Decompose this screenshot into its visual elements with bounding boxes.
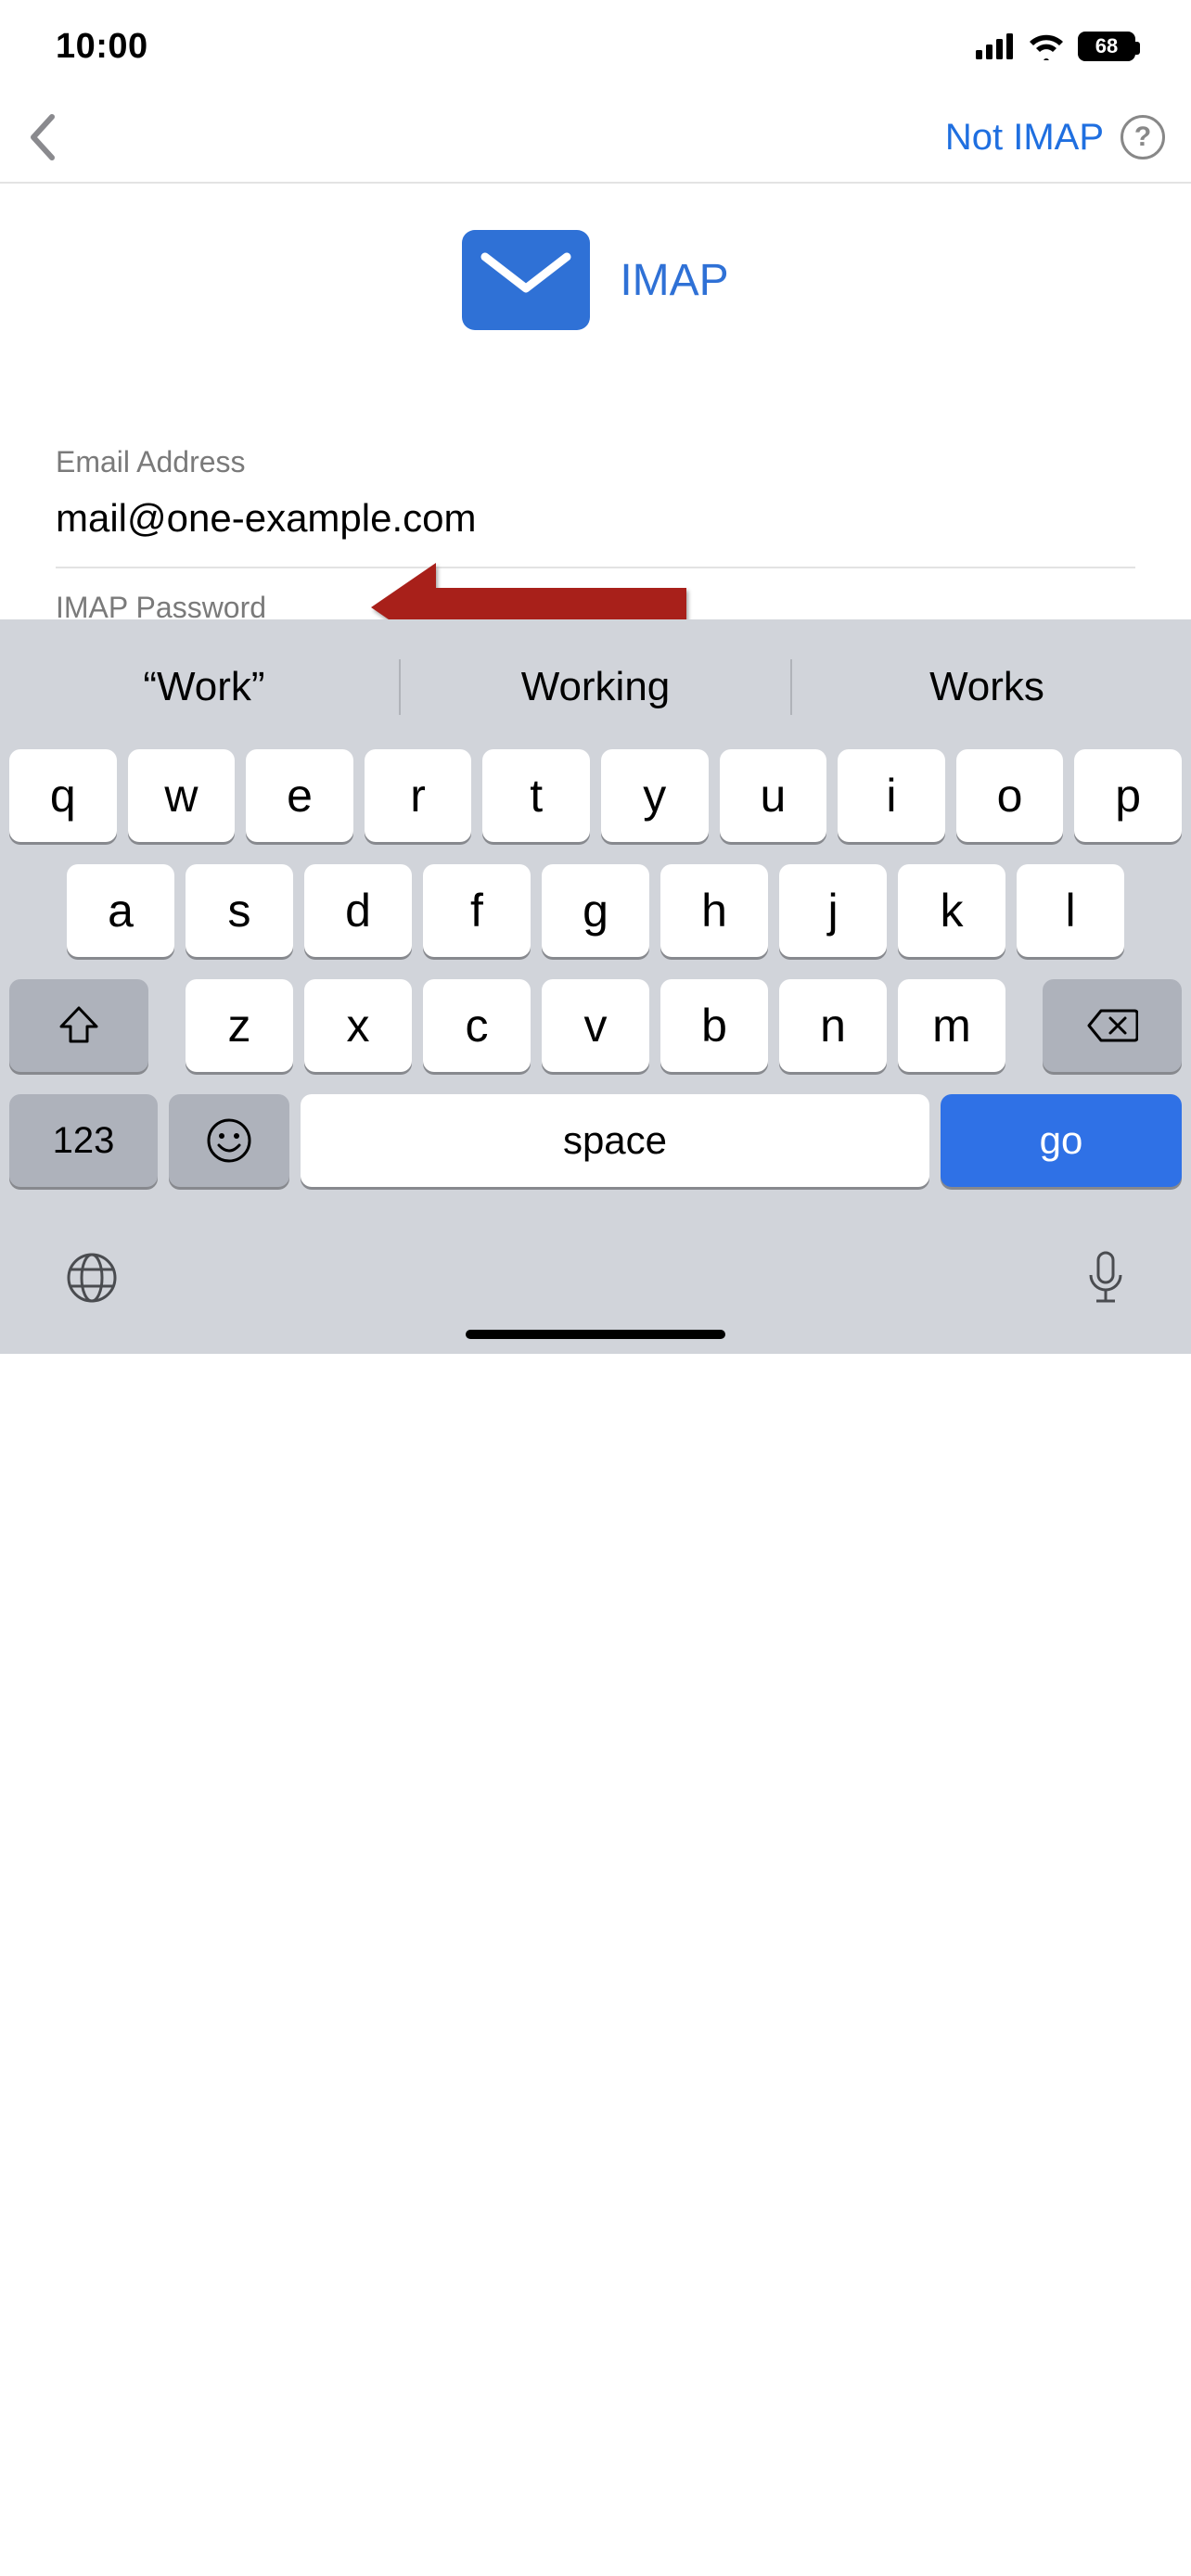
key-j[interactable]: j [779, 864, 887, 957]
key-d[interactable]: d [304, 864, 412, 957]
keyboard-suggestions: “Work” Working Works [0, 636, 1191, 738]
key-o[interactable]: o [956, 749, 1064, 842]
status-right: 68 [976, 32, 1135, 61]
space-key[interactable]: space [301, 1094, 929, 1187]
key-y[interactable]: y [601, 749, 709, 842]
key-u[interactable]: u [720, 749, 827, 842]
brand-title: IMAP [620, 255, 728, 306]
wifi-icon [1028, 32, 1065, 60]
key-q[interactable]: q [9, 749, 117, 842]
emoji-key[interactable] [169, 1094, 289, 1187]
email-label: Email Address [56, 445, 1135, 479]
key-h[interactable]: h [660, 864, 768, 957]
suggestion-item[interactable]: Works [792, 664, 1182, 710]
backspace-icon [1086, 1007, 1138, 1044]
globe-icon[interactable] [65, 1251, 119, 1309]
email-input[interactable] [56, 496, 1135, 541]
status-time: 10:00 [56, 27, 148, 67]
status-bar: 10:00 68 [0, 0, 1191, 93]
suggestion-item[interactable]: “Work” [9, 664, 399, 710]
key-c[interactable]: c [423, 979, 531, 1072]
key-t[interactable]: t [482, 749, 590, 842]
key-z[interactable]: z [186, 979, 293, 1072]
shift-key[interactable] [9, 979, 148, 1072]
key-r[interactable]: r [365, 749, 472, 842]
key-i[interactable]: i [838, 749, 945, 842]
keyboard-row-2: a s d f g h j k l [0, 853, 1191, 968]
cellular-signal-icon [976, 33, 1015, 59]
key-a[interactable]: a [67, 864, 174, 957]
brand-header: IMAP [0, 184, 1191, 367]
key-k[interactable]: k [898, 864, 1005, 957]
keyboard-row-3: z x c v b n m [0, 968, 1191, 1083]
back-chevron-icon[interactable] [26, 113, 58, 161]
battery-percent: 68 [1095, 34, 1118, 58]
key-n[interactable]: n [779, 979, 887, 1072]
key-b[interactable]: b [660, 979, 768, 1072]
nav-bar: Not IMAP ? [0, 93, 1191, 182]
key-e[interactable]: e [246, 749, 353, 842]
key-s[interactable]: s [186, 864, 293, 957]
shift-icon [58, 1004, 100, 1047]
key-g[interactable]: g [542, 864, 649, 957]
key-w[interactable]: w [128, 749, 236, 842]
keyboard-row-1: q w e r t y u i o p [0, 738, 1191, 853]
key-x[interactable]: x [304, 979, 412, 1072]
numbers-key[interactable]: 123 [9, 1094, 158, 1187]
key-f[interactable]: f [423, 864, 531, 957]
suggestion-item[interactable]: Working [401, 664, 790, 710]
microphone-icon[interactable] [1085, 1249, 1126, 1311]
key-m[interactable]: m [898, 979, 1005, 1072]
keyboard-row-4: 123 space go [0, 1083, 1191, 1205]
email-field-group: Email Address [56, 423, 1135, 568]
go-key[interactable]: go [941, 1094, 1182, 1187]
backspace-key[interactable] [1043, 979, 1182, 1072]
key-p[interactable]: p [1074, 749, 1182, 842]
emoji-icon [206, 1117, 252, 1164]
mail-icon [462, 230, 590, 330]
key-v[interactable]: v [542, 979, 649, 1072]
keyboard: “Work” Working Works q w e r t y u i o p… [0, 619, 1191, 1354]
not-imap-link[interactable]: Not IMAP [945, 117, 1104, 159]
battery-icon: 68 [1078, 32, 1135, 61]
home-indicator[interactable] [466, 1330, 725, 1339]
key-l[interactable]: l [1017, 864, 1124, 957]
help-icon[interactable]: ? [1121, 115, 1165, 159]
